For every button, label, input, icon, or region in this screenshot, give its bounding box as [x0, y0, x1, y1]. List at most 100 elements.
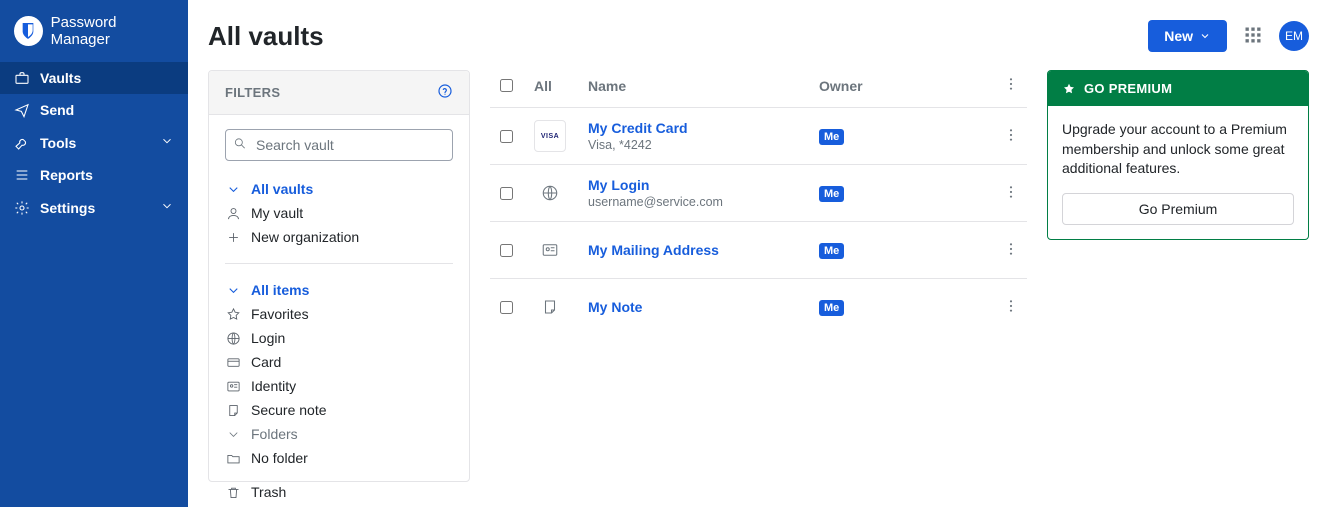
filter-no-folder[interactable]: No folder: [225, 446, 453, 470]
search-input[interactable]: [225, 129, 453, 161]
filter-divider: [225, 263, 453, 264]
filters-body: All vaults My vault New organization All…: [209, 115, 469, 507]
avatar-initials: EM: [1285, 29, 1303, 43]
avatar[interactable]: EM: [1279, 21, 1309, 51]
brand[interactable]: Password Manager: [0, 0, 188, 62]
topbar-actions: New EM: [1148, 20, 1309, 52]
note-icon: [534, 291, 566, 323]
premium-title: GO PREMIUM: [1084, 81, 1172, 96]
card-icon: [225, 355, 241, 370]
topbar: All vaults New EM: [208, 10, 1309, 70]
filter-secure-note[interactable]: Secure note: [225, 398, 453, 422]
sidebar-item-vaults[interactable]: Vaults: [0, 62, 188, 94]
help-icon[interactable]: [437, 83, 453, 102]
filters-panel: FILTERS All vaults My v: [208, 70, 470, 482]
apps-grid-icon[interactable]: [1243, 25, 1263, 48]
filter-all-vaults[interactable]: All vaults: [225, 177, 453, 201]
premium-header: GO PREMIUM: [1048, 71, 1308, 106]
premium-text: Upgrade your account to a Premium member…: [1062, 121, 1287, 176]
send-icon: [14, 102, 30, 118]
sidebar-item-reports[interactable]: Reports: [0, 159, 188, 191]
nav-label: Send: [40, 102, 74, 118]
chevron-down-icon: [160, 134, 174, 151]
chevron-down-icon: [160, 199, 174, 216]
filter-all-items[interactable]: All items: [225, 278, 453, 302]
filter-new-org[interactable]: New organization: [225, 225, 453, 249]
vault-list-header: All Name Owner: [490, 70, 1027, 107]
page-title: All vaults: [208, 21, 324, 52]
plus-icon: [225, 230, 241, 245]
star-icon: [1062, 82, 1076, 96]
select-all-checkbox[interactable]: [500, 79, 513, 92]
more-icon[interactable]: [1003, 76, 1019, 95]
premium-body: Upgrade your account to a Premium member…: [1048, 106, 1308, 239]
chevron-down-icon: [225, 427, 241, 442]
new-button-label: New: [1164, 28, 1193, 44]
gear-icon: [14, 200, 30, 216]
main-content: All vaults New EM FILTERS: [188, 0, 1329, 507]
visa-icon: VISA: [534, 120, 566, 152]
more-icon[interactable]: [1003, 184, 1019, 203]
nav-label: Vaults: [40, 70, 81, 86]
filter-favorites[interactable]: Favorites: [225, 302, 453, 326]
item-title[interactable]: My Note: [588, 299, 819, 315]
row-checkbox[interactable]: [500, 130, 513, 143]
row-checkbox[interactable]: [500, 244, 513, 257]
filters-header: FILTERS: [209, 71, 469, 115]
item-subtitle: Visa, *4242: [588, 138, 819, 152]
reports-icon: [14, 167, 30, 183]
filters-title: FILTERS: [225, 85, 280, 100]
nav-label: Tools: [40, 135, 76, 151]
item-subtitle: username@service.com: [588, 195, 819, 209]
globe-icon: [534, 177, 566, 209]
item-title[interactable]: My Mailing Address: [588, 242, 819, 258]
vault-row: VISA My Credit Card Visa, *4242 Me: [490, 107, 1027, 164]
go-premium-button[interactable]: Go Premium: [1062, 193, 1294, 225]
filter-login[interactable]: Login: [225, 326, 453, 350]
sidebar-item-send[interactable]: Send: [0, 94, 188, 126]
owner-badge: Me: [819, 243, 844, 259]
item-title[interactable]: My Credit Card: [588, 120, 819, 136]
app-name: Password Manager: [51, 14, 174, 48]
row-checkbox[interactable]: [500, 301, 513, 314]
nav-label: Settings: [40, 200, 95, 216]
shield-logo-icon: [14, 16, 43, 46]
vault-row: My Mailing Address Me: [490, 221, 1027, 278]
owner-badge: Me: [819, 186, 844, 202]
vault-row: My Login username@service.com Me: [490, 164, 1027, 221]
owner-badge: Me: [819, 129, 844, 145]
filter-my-vault[interactable]: My vault: [225, 201, 453, 225]
filter-trash[interactable]: Trash: [225, 480, 453, 504]
sidebar-item-tools[interactable]: Tools: [0, 126, 188, 159]
col-header-name[interactable]: Name: [588, 78, 819, 94]
more-icon[interactable]: [1003, 127, 1019, 146]
col-header-owner[interactable]: Owner: [819, 78, 999, 94]
note-icon: [225, 403, 241, 418]
row-checkbox[interactable]: [500, 187, 513, 200]
search-wrap: [225, 129, 453, 161]
item-title[interactable]: My Login: [588, 177, 819, 193]
sidebar: Password Manager Vaults Send Tools Repor…: [0, 0, 188, 507]
filter-identity[interactable]: Identity: [225, 374, 453, 398]
star-icon: [225, 307, 241, 322]
filter-card[interactable]: Card: [225, 350, 453, 374]
filter-folders-header[interactable]: Folders: [225, 422, 453, 446]
chevron-down-icon: [225, 182, 241, 197]
folder-icon: [225, 451, 241, 466]
trash-icon: [225, 485, 241, 500]
vault-row: My Note Me: [490, 278, 1027, 335]
premium-card: GO PREMIUM Upgrade your account to a Pre…: [1047, 70, 1309, 240]
col-header-all[interactable]: All: [534, 78, 588, 94]
search-icon: [233, 137, 247, 154]
body-grid: FILTERS All vaults My v: [208, 70, 1309, 507]
wrench-icon: [14, 135, 30, 151]
id-card-icon: [225, 379, 241, 394]
chevron-down-icon: [1199, 30, 1211, 42]
owner-badge: Me: [819, 300, 844, 316]
more-icon[interactable]: [1003, 298, 1019, 317]
new-button[interactable]: New: [1148, 20, 1227, 52]
nav-label: Reports: [40, 167, 93, 183]
vault-list: All Name Owner VISA My Credit Card Visa,…: [490, 70, 1027, 507]
more-icon[interactable]: [1003, 241, 1019, 260]
sidebar-item-settings[interactable]: Settings: [0, 191, 188, 224]
